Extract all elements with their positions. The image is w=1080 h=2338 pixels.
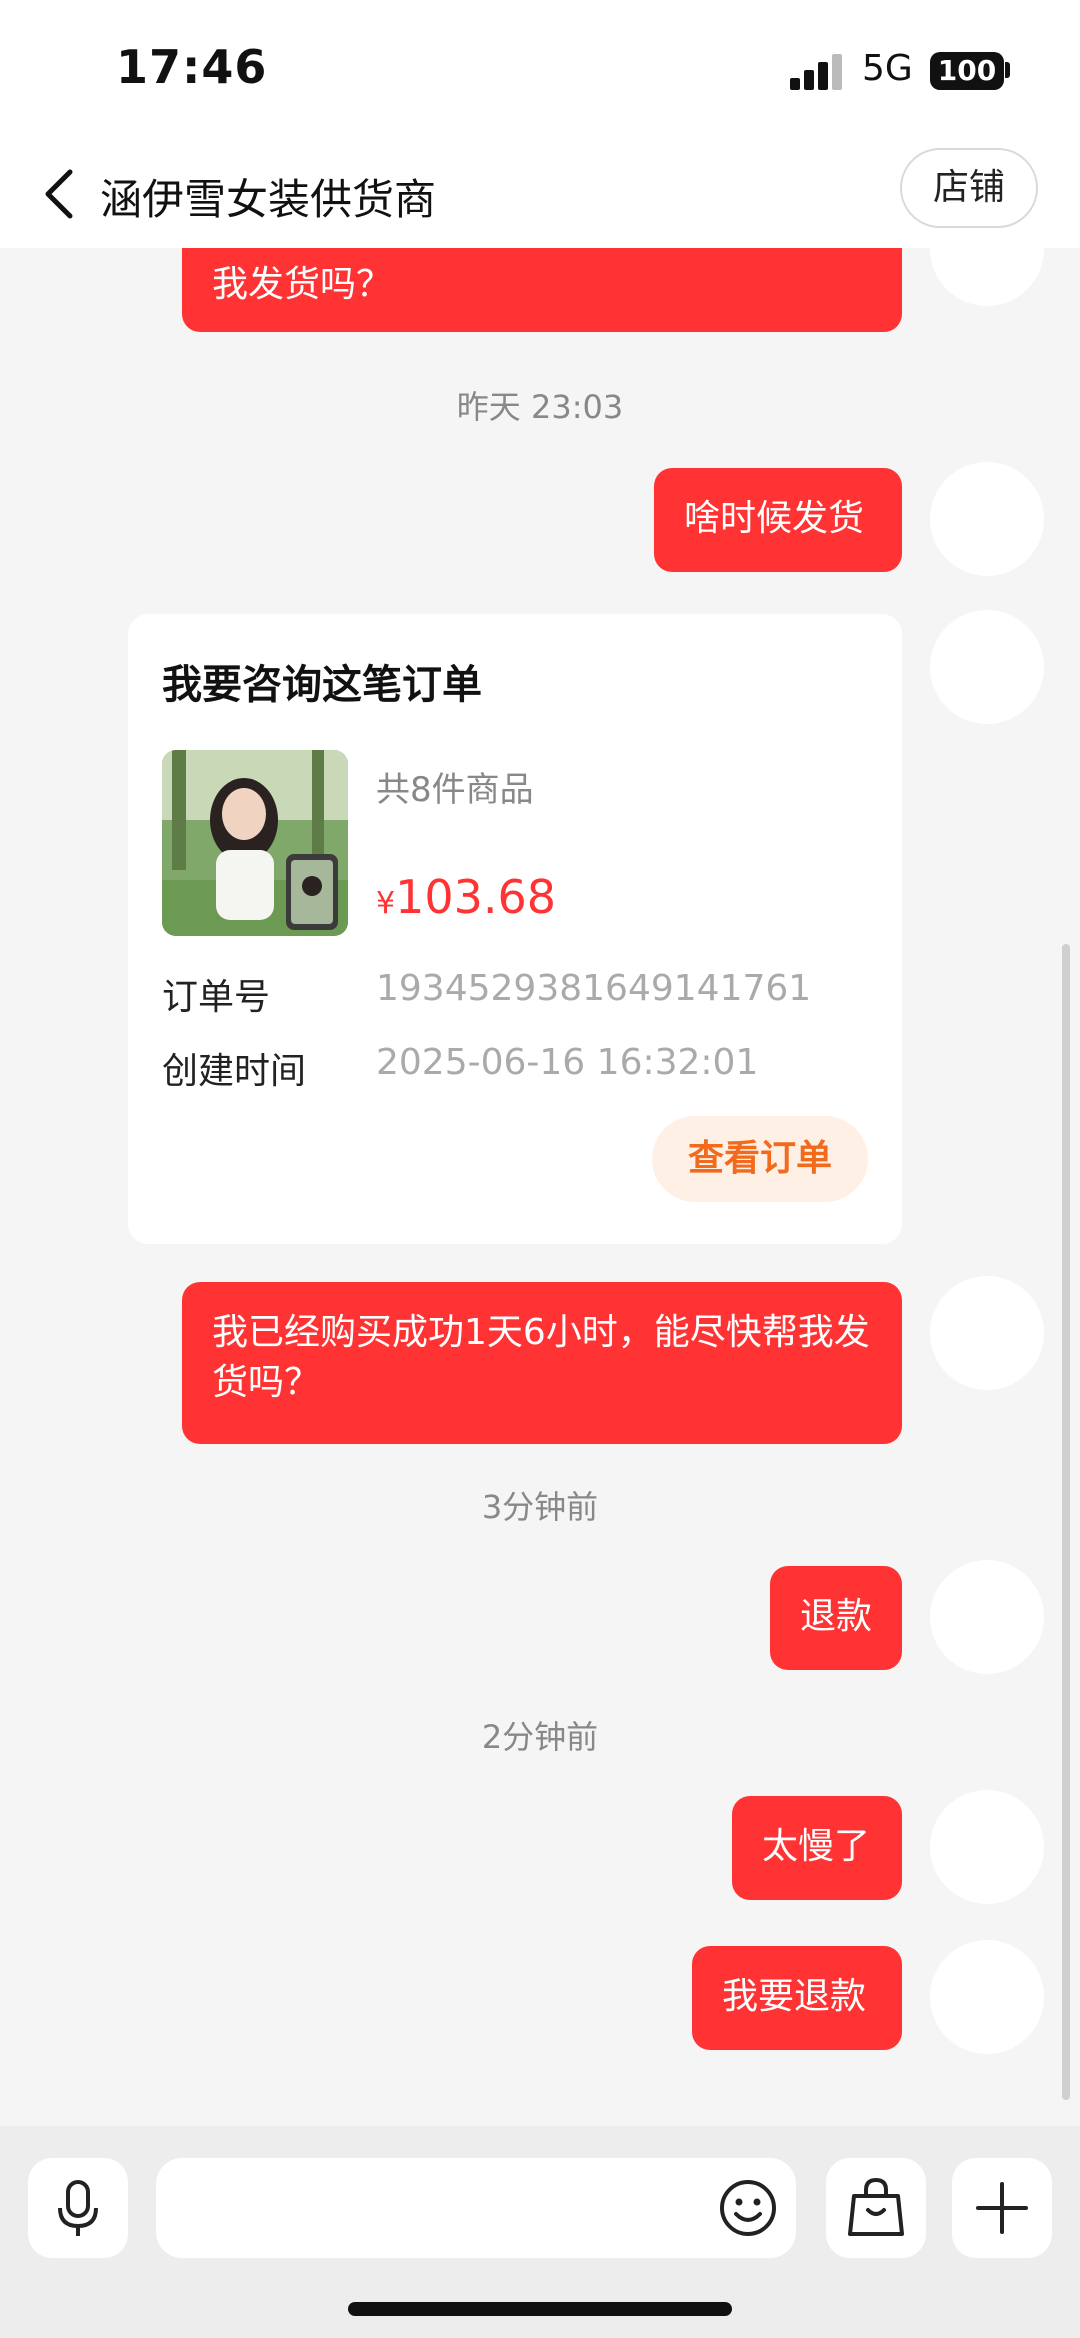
plus-icon xyxy=(976,2182,1028,2234)
message-text: 我发货吗？ xyxy=(212,264,393,305)
view-order-button[interactable]: 查看订单 xyxy=(652,1116,868,1202)
shop-button[interactable]: 店铺 xyxy=(900,148,1038,228)
product-button[interactable] xyxy=(826,2158,926,2258)
battery-tip xyxy=(1005,62,1010,78)
more-button[interactable] xyxy=(952,2158,1052,2258)
message-bubble-partial[interactable]: 我发货吗？ xyxy=(182,248,902,332)
chat-header: 涵伊雪女装供货商 店铺 xyxy=(0,140,1080,248)
microphone-icon xyxy=(58,2180,98,2236)
message-bubble[interactable]: 退款 xyxy=(770,1566,902,1670)
voice-button[interactable] xyxy=(28,2158,128,2258)
message-text: 我已经购买成功1天6小时，能尽快帮我发货吗？ xyxy=(212,1312,870,1403)
item-count: 共8件商品 xyxy=(376,770,534,810)
order-card-title: 我要咨询这笔订单 xyxy=(162,662,482,708)
created-time-value: 2025-06-16 16:32:01 xyxy=(376,1042,759,1083)
message-bubble[interactable]: 我已经购买成功1天6小时，能尽快帮我发货吗？ xyxy=(182,1282,902,1444)
cellular-signal-icon xyxy=(790,54,850,90)
message-bubble[interactable]: 我要退款 xyxy=(692,1946,902,2050)
battery-icon: 100 xyxy=(930,52,1004,90)
message-text: 太慢了 xyxy=(762,1826,871,1867)
avatar[interactable] xyxy=(930,1790,1044,1904)
avatar[interactable] xyxy=(930,248,1044,306)
avatar[interactable] xyxy=(930,1940,1044,2054)
message-input[interactable] xyxy=(156,2158,796,2258)
message-text: 啥时候发货 xyxy=(684,498,865,539)
status-time: 17:46 xyxy=(116,40,268,94)
order-number-label: 订单号 xyxy=(162,977,271,1018)
emoji-icon xyxy=(720,2180,776,2236)
price-value: 103.68 xyxy=(395,870,557,924)
shop-name-title: 涵伊雪女装供货商 xyxy=(100,175,437,224)
timestamp: 3分钟前 xyxy=(481,1488,599,1526)
back-icon[interactable] xyxy=(32,164,92,224)
currency-symbol: ¥ xyxy=(376,886,396,921)
created-time-label: 创建时间 xyxy=(162,1051,307,1092)
chat-message-list[interactable]: 我发货吗？ 昨天 23:03 啥时候发货 我要咨询这笔订单 共8件商品 ¥103… xyxy=(0,248,1080,2126)
emoji-button[interactable] xyxy=(716,2176,780,2240)
message-text: 我要退款 xyxy=(722,1976,867,2017)
status-bar: 17:46 5G 100 xyxy=(0,0,1080,140)
order-price: ¥103.68 xyxy=(376,870,556,924)
avatar[interactable] xyxy=(930,462,1044,576)
product-thumbnail[interactable] xyxy=(162,750,348,936)
message-bubble[interactable]: 太慢了 xyxy=(732,1796,902,1900)
timestamp: 2分钟前 xyxy=(481,1718,599,1756)
avatar[interactable] xyxy=(930,610,1044,724)
network-type: 5G xyxy=(862,48,913,89)
shopping-bag-icon xyxy=(848,2177,904,2236)
order-number-value: 1934529381649141761 xyxy=(376,968,812,1009)
order-inquiry-card[interactable]: 我要咨询这笔订单 共8件商品 ¥103.68 订单号 1934529381649… xyxy=(128,614,902,1244)
message-text: 退款 xyxy=(800,1596,873,1637)
message-bubble[interactable]: 啥时候发货 xyxy=(654,468,902,572)
timestamp: 昨天 23:03 xyxy=(456,388,624,426)
home-indicator[interactable] xyxy=(348,2302,732,2316)
avatar[interactable] xyxy=(930,1276,1044,1390)
chat-scrollbar[interactable] xyxy=(1062,944,1070,2100)
avatar[interactable] xyxy=(930,1560,1044,1674)
